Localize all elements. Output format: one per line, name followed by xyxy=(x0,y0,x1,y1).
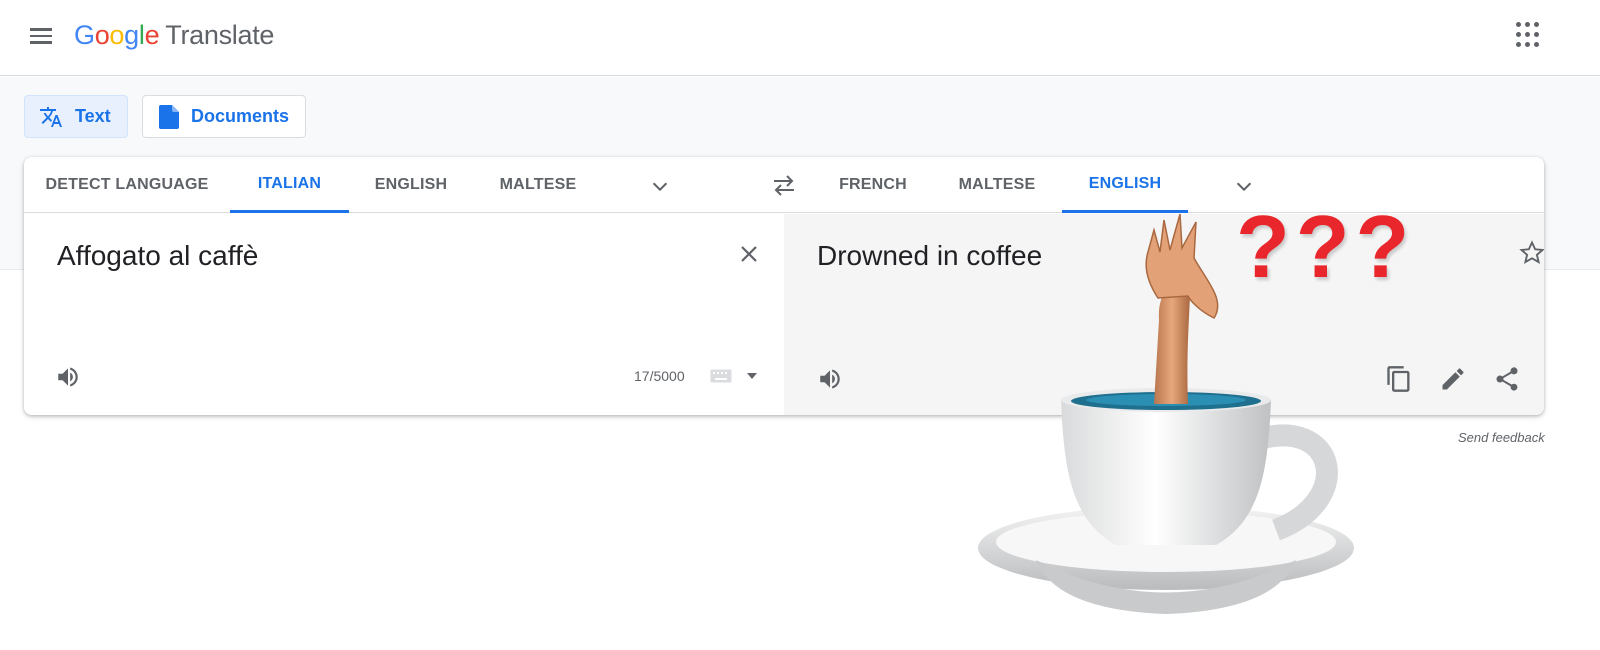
tab-detect-language[interactable]: DETECT LANGUAGE xyxy=(24,157,230,213)
logo-letter: o xyxy=(94,20,110,50)
copy-translation-icon[interactable] xyxy=(1385,365,1413,393)
documents-mode-label: Documents xyxy=(191,106,290,126)
logo-letter: e xyxy=(144,20,160,50)
keyboard-icon[interactable] xyxy=(710,369,732,383)
swap-languages-icon[interactable] xyxy=(770,173,798,197)
logo-letter: G xyxy=(74,20,95,50)
documents-mode-button[interactable]: Documents xyxy=(142,95,306,138)
logo-letter: g xyxy=(124,20,139,50)
tab-source-maltese[interactable]: MALTESE xyxy=(473,157,603,213)
source-text-input[interactable]: Affogato al caffè xyxy=(57,240,258,272)
tab-target-english[interactable]: ENGLISH xyxy=(1062,157,1188,213)
hamburger-menu-icon[interactable] xyxy=(26,24,56,54)
tab-target-maltese[interactable]: MALTESE xyxy=(932,157,1062,213)
google-translate-logo[interactable]: Google Translate xyxy=(74,20,274,51)
translate-icon xyxy=(40,106,62,127)
apps-grid-icon[interactable] xyxy=(1516,22,1542,48)
text-mode-label: Text xyxy=(75,106,111,126)
document-icon xyxy=(159,104,179,129)
source-panel[interactable]: Affogato al caffè 17/5000 xyxy=(24,214,784,415)
product-name: Translate xyxy=(165,20,275,50)
tab-target-french[interactable]: FRENCH xyxy=(814,157,932,213)
tab-source-english[interactable]: ENGLISH xyxy=(349,157,473,213)
translation-output: Drowned in coffee xyxy=(817,240,1043,271)
share-translation-icon[interactable] xyxy=(1493,365,1521,393)
save-translation-star-icon[interactable] xyxy=(1518,239,1544,267)
source-language-dropdown-icon[interactable] xyxy=(649,175,671,197)
logo-letter: o xyxy=(109,20,125,50)
edit-translation-icon[interactable] xyxy=(1439,365,1467,393)
input-tools-dropdown-icon[interactable] xyxy=(747,372,757,380)
target-language-dropdown-icon[interactable] xyxy=(1233,175,1255,197)
text-mode-button[interactable]: Text xyxy=(24,95,128,138)
listen-translation-icon[interactable] xyxy=(817,366,843,392)
page: Google Translate Text Documents DETECT LA… xyxy=(0,0,1600,650)
send-feedback-link[interactable]: Send feedback xyxy=(1458,430,1545,445)
question-marks-graphic: ??? xyxy=(1236,197,1416,296)
tab-source-italian[interactable]: ITALIAN xyxy=(230,157,349,213)
character-count: 17/5000 xyxy=(634,368,685,384)
clear-source-icon[interactable] xyxy=(737,242,761,266)
target-panel: Drowned in coffee xyxy=(784,214,1544,415)
top-bar: Google Translate xyxy=(0,0,1600,76)
listen-source-icon[interactable] xyxy=(55,364,81,390)
